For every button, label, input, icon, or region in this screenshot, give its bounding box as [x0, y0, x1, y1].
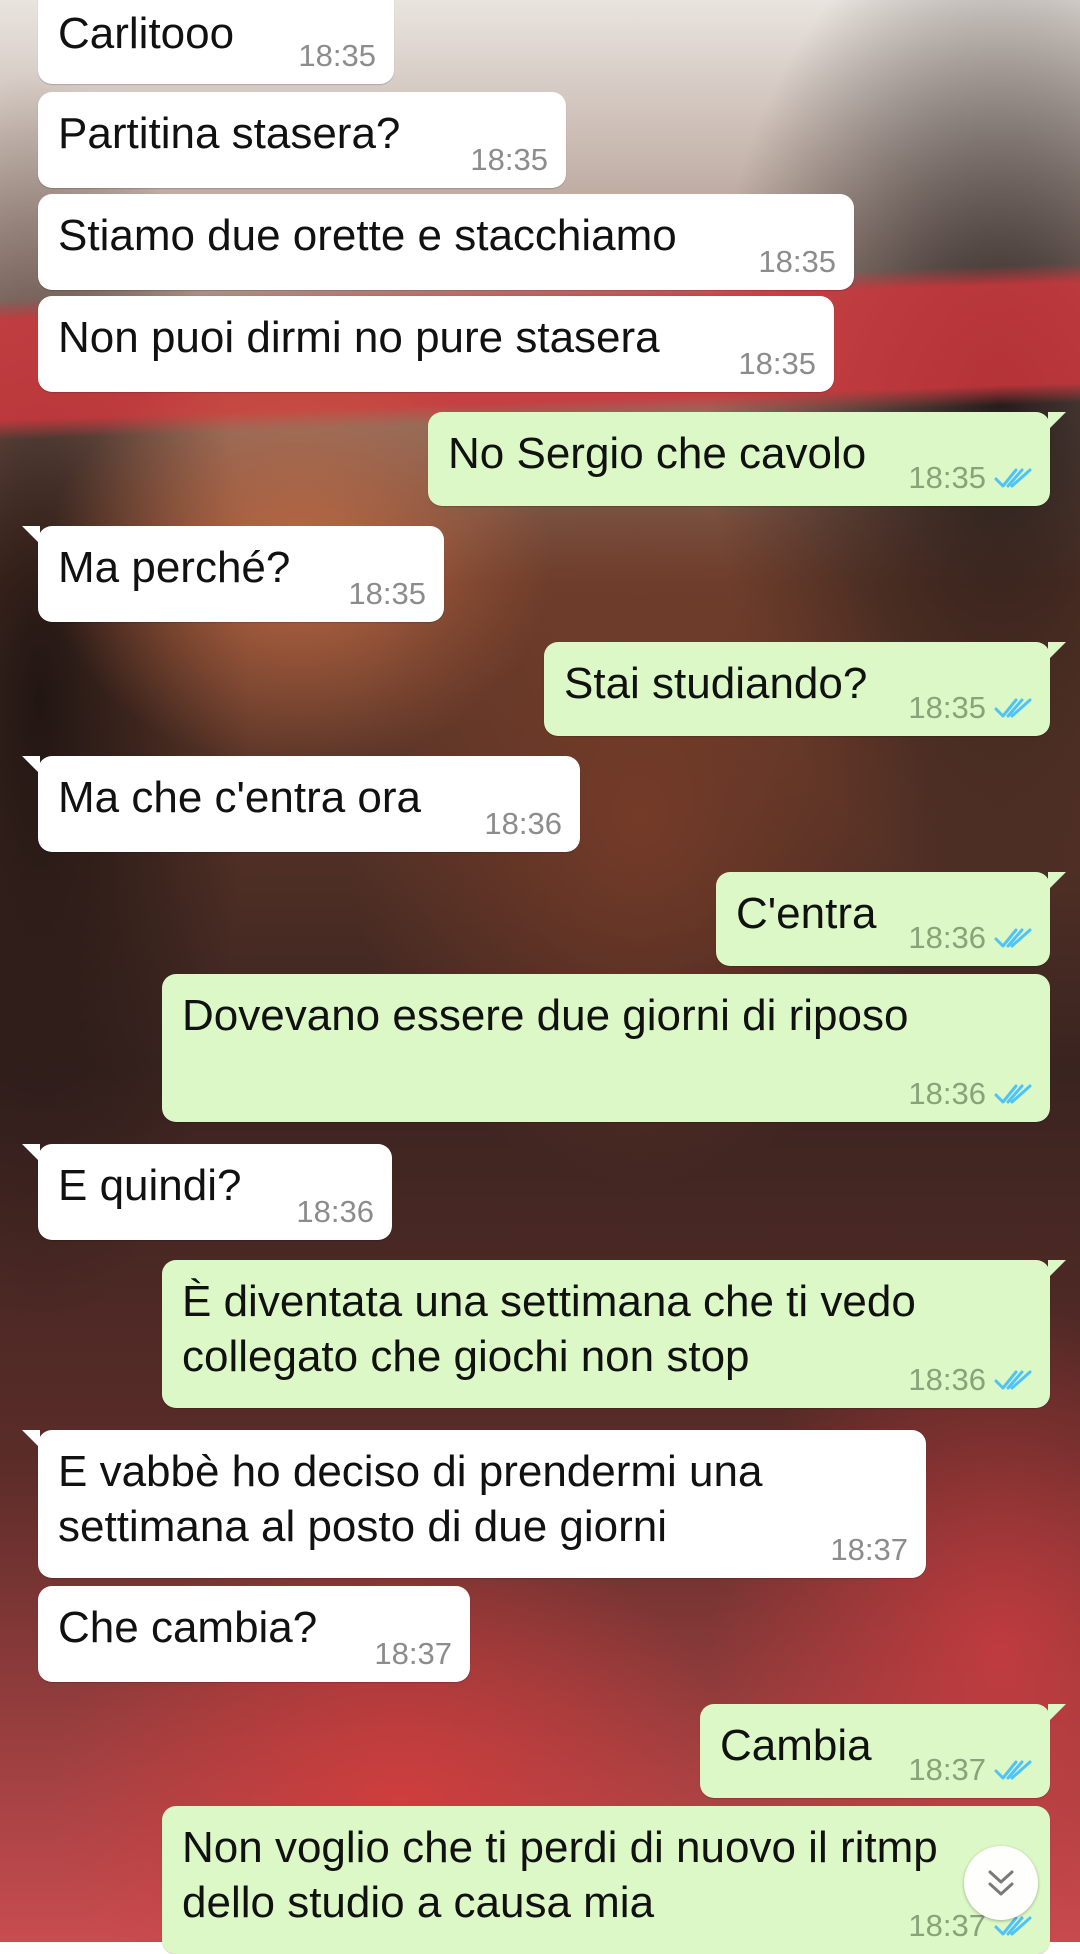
message-meta: 18:35 — [348, 576, 426, 612]
message-time: 18:36 — [908, 920, 986, 955]
message-time: 18:35 — [298, 38, 376, 73]
message-bubble-incoming[interactable]: E quindi? 18:36 — [22, 1144, 392, 1240]
message-time: 18:35 — [470, 142, 548, 177]
message-bubble-incoming[interactable]: E vabbè ho deciso di prendermi una setti… — [22, 1430, 926, 1578]
message-bubble-incoming[interactable]: Ma perché? 18:35 — [22, 526, 444, 622]
message-text: Carlitooo — [58, 9, 235, 58]
message-bubble-outgoing[interactable]: Dovevano essere due giorni di riposo 18:… — [162, 974, 1050, 1122]
message-text: E quindi? — [58, 1161, 242, 1210]
message-bubble-incoming[interactable]: Ma che c'entra ora 18:36 — [22, 756, 580, 852]
message-text: Ma perché? — [58, 543, 291, 592]
message-bubble-outgoing[interactable]: C'entra 18:36 — [716, 872, 1066, 966]
message-time: 18:37 — [908, 1752, 986, 1787]
message-meta: 18:35 — [738, 346, 816, 382]
message-time: 18:36 — [484, 806, 562, 841]
scroll-to-bottom-button[interactable] — [964, 1846, 1038, 1920]
message-meta: 18:36 — [296, 1194, 374, 1230]
message-text: Cambia — [720, 1721, 872, 1770]
message-time: 18:35 — [908, 690, 986, 725]
message-meta: 18:36 — [908, 1076, 1032, 1112]
message-text: Ma che c'entra ora — [58, 773, 422, 822]
message-bubble-outgoing[interactable]: No Sergio che cavolo 18:35 — [428, 412, 1066, 506]
message-meta: 18:36 — [484, 806, 562, 842]
message-bubble-incoming[interactable]: Che cambia? 18:37 — [38, 1586, 470, 1682]
message-text: Che cambia? — [58, 1603, 318, 1652]
double-check-icon — [994, 1084, 1032, 1104]
message-meta: 18:35 — [758, 244, 836, 280]
message-bubble-incoming[interactable]: Stiamo due orette e stacchiamo 18:35 — [38, 194, 854, 290]
message-meta: 18:36 — [908, 920, 1032, 956]
message-meta: 18:37 — [830, 1532, 908, 1568]
message-text: Non puoi dirmi no pure stasera — [58, 313, 660, 362]
message-time: 18:35 — [348, 576, 426, 611]
message-text: Dovevano essere due giorni di riposo — [182, 991, 909, 1040]
message-bubble-outgoing[interactable]: Cambia 18:37 — [700, 1704, 1066, 1798]
message-meta: 18:36 — [908, 1362, 1032, 1398]
message-text: Stai studiando? — [564, 659, 868, 708]
double-check-icon — [994, 1760, 1032, 1780]
message-text: Partitina stasera? — [58, 109, 401, 158]
message-meta: 18:35 — [908, 690, 1032, 726]
message-bubble-outgoing[interactable]: Non voglio che ti perdi di nuovo il ritm… — [162, 1806, 1050, 1954]
message-bubble-incoming[interactable]: Carlitooo 18:35 — [38, 0, 394, 84]
message-bubble-outgoing[interactable]: È diventata una settimana che ti vedo co… — [162, 1260, 1066, 1408]
message-bubble-incoming[interactable]: Partitina stasera? 18:35 — [38, 92, 566, 188]
message-meta: 18:35 — [470, 142, 548, 178]
message-text: Stiamo due orette e stacchiamo — [58, 211, 677, 260]
message-time: 18:37 — [374, 1636, 452, 1671]
message-meta: 18:37 — [374, 1636, 452, 1672]
message-time: 18:35 — [908, 460, 986, 495]
message-bubble-incoming[interactable]: Non puoi dirmi no pure stasera 18:35 — [38, 296, 834, 392]
message-time: 18:36 — [908, 1362, 986, 1397]
message-text: C'entra — [736, 889, 877, 938]
message-time: 18:36 — [908, 1076, 986, 1111]
message-meta: 18:37 — [908, 1752, 1032, 1788]
message-time: 18:37 — [830, 1532, 908, 1567]
message-text: Non voglio che ti perdi di nuovo il ritm… — [182, 1823, 938, 1927]
double-check-icon — [994, 468, 1032, 488]
double-chevron-down-icon — [988, 1870, 1014, 1896]
message-text: È diventata una settimana che ti vedo co… — [182, 1277, 916, 1381]
message-time: 18:35 — [738, 346, 816, 381]
message-bubble-outgoing[interactable]: Stai studiando? 18:35 — [544, 642, 1066, 736]
double-check-icon — [994, 1370, 1032, 1390]
message-time: 18:36 — [296, 1194, 374, 1229]
message-time: 18:37 — [908, 1908, 986, 1943]
message-text: No Sergio che cavolo — [448, 429, 867, 478]
message-meta: 18:35 — [908, 460, 1032, 496]
message-text: E vabbè ho deciso di prendermi una setti… — [58, 1447, 763, 1551]
double-check-icon — [994, 928, 1032, 948]
double-check-icon — [994, 698, 1032, 718]
message-list[interactable]: Carlitooo 18:35 Partitina stasera? 18:35… — [0, 0, 1080, 1954]
message-time: 18:35 — [758, 244, 836, 279]
message-meta: 18:35 — [298, 38, 376, 74]
